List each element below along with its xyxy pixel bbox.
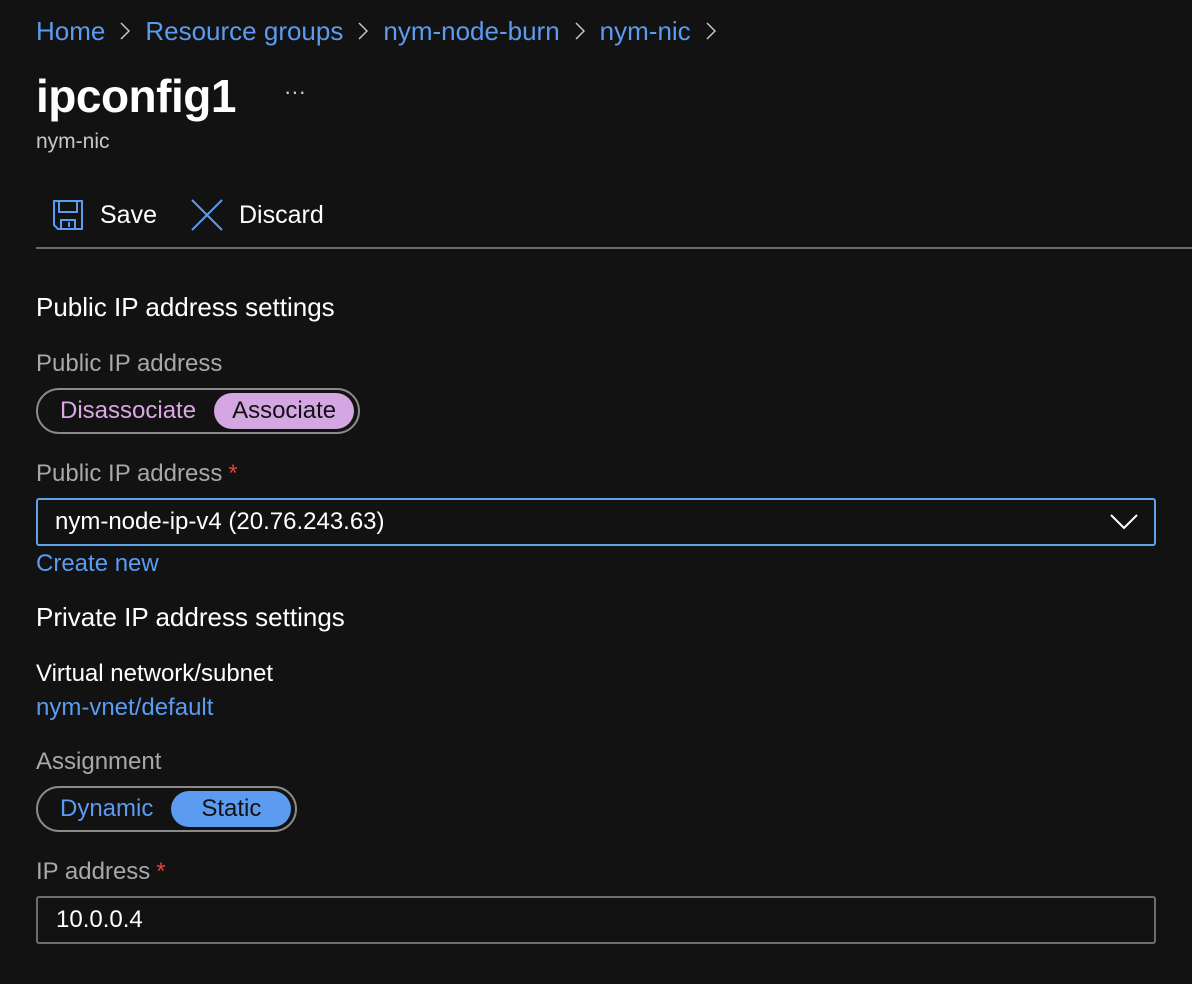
required-mark: * [156, 858, 166, 885]
save-label: Save [100, 200, 157, 229]
private-ip-section-title: Private IP address settings [36, 602, 345, 632]
more-options-button[interactable]: ··· [284, 79, 306, 105]
required-mark: * [228, 460, 238, 487]
create-new-link[interactable]: Create new [36, 550, 159, 578]
chevron-right-icon [120, 22, 131, 40]
public-ip-select[interactable]: nym-node-ip-v4 (20.76.243.63) [36, 498, 1156, 546]
title-row: ipconfig1 ··· [36, 66, 306, 126]
save-button[interactable]: Save [36, 199, 157, 231]
public-ip-select-label: Public IP address * [36, 460, 238, 488]
ip-address-label-text: IP address [36, 858, 151, 885]
toolbar: Save Discard [36, 190, 1192, 240]
chevron-down-icon [1110, 514, 1138, 530]
assignment-label: Assignment [36, 748, 162, 775]
chevron-right-icon [575, 22, 585, 40]
public-ip-select-value: nym-node-ip-v4 (20.76.243.63) [55, 508, 385, 535]
ip-address-label: IP address * [36, 858, 166, 886]
chevron-right-icon [358, 22, 369, 40]
assignment-toggle: Dynamic Static [36, 786, 298, 832]
public-ip-section-title: Public IP address settings [36, 292, 335, 322]
discard-label: Discard [238, 200, 324, 229]
ip-address-input[interactable] [36, 896, 1156, 944]
breadcrumb-home[interactable]: Home [36, 12, 105, 50]
breadcrumb-resource-groups[interactable]: Resource groups [145, 12, 343, 50]
close-icon [191, 199, 223, 231]
associate-option[interactable]: Associate [214, 393, 355, 429]
page-subtitle: nym-nic [36, 130, 110, 153]
public-ip-toggle-label: Public IP address [36, 350, 223, 377]
vnet-link[interactable]: nym-vnet/default [36, 694, 213, 722]
disassociate-option[interactable]: Disassociate [42, 393, 214, 429]
toolbar-divider [36, 247, 1192, 249]
breadcrumb: Home Resource groups nym-node-burn nym-n… [36, 12, 731, 50]
ipconfig-page: Home Resource groups nym-node-burn nym-n… [0, 0, 1192, 984]
save-icon [53, 200, 83, 230]
dynamic-option[interactable]: Dynamic [42, 791, 171, 827]
static-option[interactable]: Static [171, 791, 292, 827]
breadcrumb-resource-group[interactable]: nym-node-burn [383, 12, 559, 50]
discard-button[interactable]: Discard [191, 199, 324, 231]
public-ip-select-label-text: Public IP address [36, 460, 223, 487]
breadcrumb-nic[interactable]: nym-nic [600, 12, 691, 50]
vnet-label: Virtual network/subnet [36, 660, 274, 687]
page-title: ipconfig1 [36, 70, 236, 122]
chevron-right-icon [706, 22, 716, 40]
public-ip-toggle: Disassociate Associate [36, 388, 361, 434]
